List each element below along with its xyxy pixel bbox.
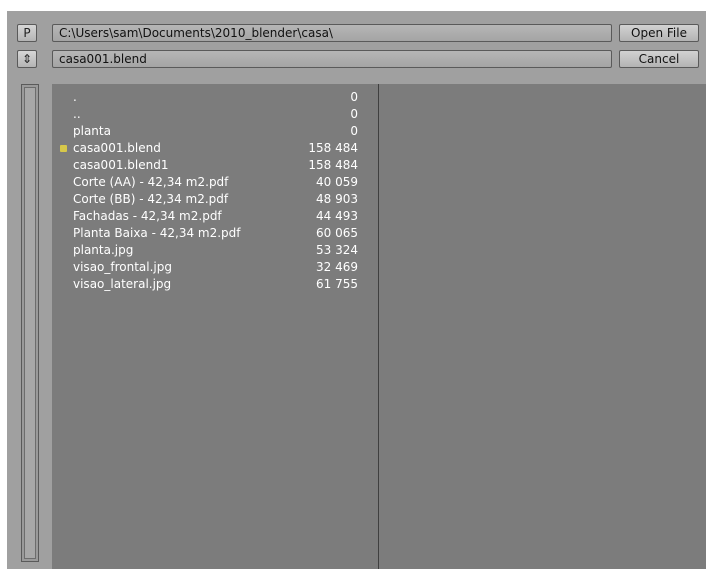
scrollbar-thumb[interactable] <box>24 87 36 559</box>
file-name: planta.jpg <box>73 243 134 257</box>
sort-order-button[interactable]: ⇕ <box>17 50 37 68</box>
file-row[interactable]: Corte (BB) - 42,34 m2.pdf 48 903 <box>52 191 378 208</box>
file-row[interactable]: casa001.blend 158 484 <box>52 140 378 157</box>
file-size: 40 059 <box>316 175 358 189</box>
file-row[interactable]: Planta Baixa - 42,34 m2.pdf 60 065 <box>52 225 378 242</box>
file-name: Planta Baixa - 42,34 m2.pdf <box>73 226 241 240</box>
file-name: casa001.blend1 <box>73 158 169 172</box>
file-browser-window: P C:\Users\sam\Documents\2010_blender\ca… <box>7 11 706 569</box>
file-name: Corte (BB) - 42,34 m2.pdf <box>73 192 229 206</box>
file-size: 60 065 <box>316 226 358 240</box>
file-row[interactable]: visao_frontal.jpg 32 469 <box>52 259 378 276</box>
directory-path-field[interactable]: C:\Users\sam\Documents\2010_blender\casa… <box>52 24 612 42</box>
selected-file-marker <box>60 145 67 152</box>
file-row[interactable]: planta 0 <box>52 123 378 140</box>
filename-field[interactable]: casa001.blend <box>52 50 612 68</box>
file-row[interactable]: Fachadas - 42,34 m2.pdf 44 493 <box>52 208 378 225</box>
sort-icon: ⇕ <box>21 52 33 66</box>
file-size: 0 <box>350 107 358 121</box>
file-size: 158 484 <box>308 158 358 172</box>
file-list-scrollbar[interactable] <box>21 84 39 562</box>
parent-directory-button[interactable]: P <box>17 24 37 42</box>
file-name: visao_frontal.jpg <box>73 260 172 274</box>
file-row[interactable]: . 0 <box>52 89 378 106</box>
file-row[interactable]: planta.jpg 53 324 <box>52 242 378 259</box>
file-name: casa001.blend <box>73 141 161 155</box>
file-name: visao_lateral.jpg <box>73 277 172 291</box>
file-info-pane <box>379 84 706 569</box>
cancel-button[interactable]: Cancel <box>619 50 699 68</box>
file-row[interactable]: visao_lateral.jpg 61 755 <box>52 276 378 293</box>
file-size: 53 324 <box>316 243 358 257</box>
file-list-pane: . 0 .. 0 planta 0 casa001.blend 158 484 … <box>52 84 379 569</box>
file-name: Corte (AA) - 42,34 m2.pdf <box>73 175 229 189</box>
file-size: 44 493 <box>316 209 358 223</box>
file-name: . <box>73 90 77 104</box>
file-row[interactable]: Corte (AA) - 42,34 m2.pdf 40 059 <box>52 174 378 191</box>
file-name: planta <box>73 124 111 138</box>
file-row[interactable]: casa001.blend1 158 484 <box>52 157 378 174</box>
file-size: 48 903 <box>316 192 358 206</box>
file-name: .. <box>73 107 81 121</box>
file-row[interactable]: .. 0 <box>52 106 378 123</box>
file-size: 158 484 <box>308 141 358 155</box>
file-size: 61 755 <box>316 277 358 291</box>
file-name: Fachadas - 42,34 m2.pdf <box>73 209 222 223</box>
open-file-button[interactable]: Open File <box>619 24 699 42</box>
file-size: 0 <box>350 124 358 138</box>
file-size: 0 <box>350 90 358 104</box>
file-size: 32 469 <box>316 260 358 274</box>
